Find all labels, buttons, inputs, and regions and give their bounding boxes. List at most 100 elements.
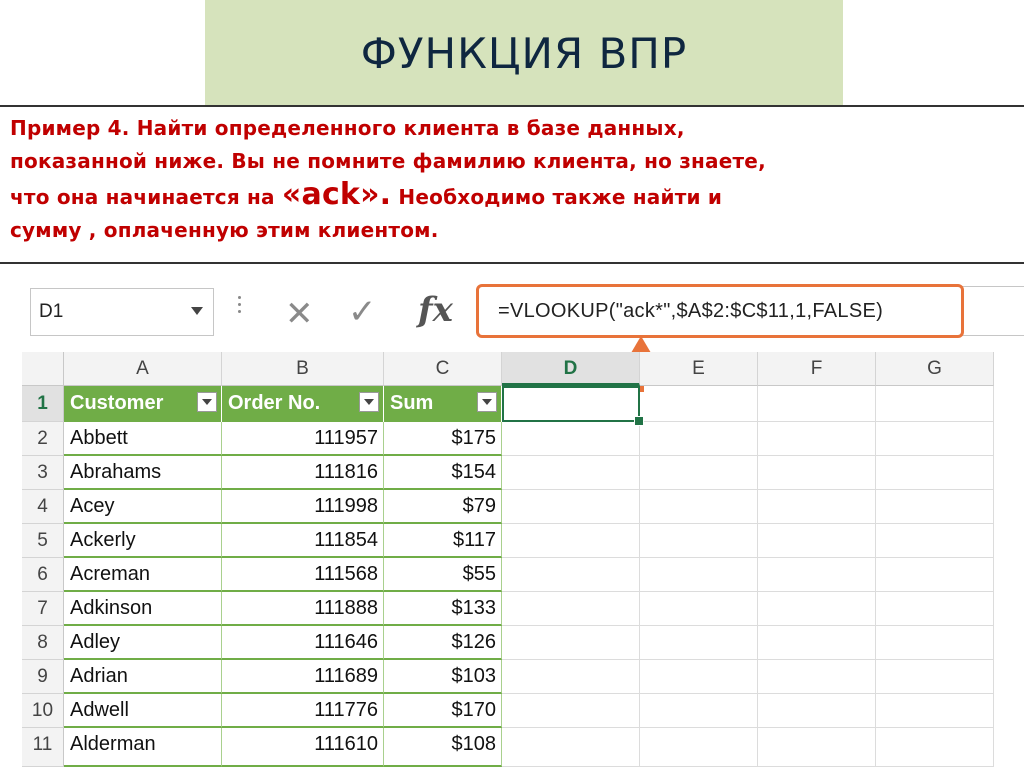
table-cell[interactable]: Ackerly	[64, 524, 222, 558]
table-cell[interactable]: $175	[384, 422, 502, 456]
checkmark-icon[interactable]: ✓	[348, 292, 377, 332]
grid-cell[interactable]	[502, 558, 640, 592]
grid-cell[interactable]	[502, 626, 640, 660]
grid-cell[interactable]	[640, 660, 758, 694]
grid-cell[interactable]	[640, 456, 758, 490]
table-cell[interactable]: 111816	[222, 456, 384, 490]
grid-cell[interactable]	[758, 524, 876, 558]
filter-dropdown-icon[interactable]	[359, 392, 379, 412]
row-header-11[interactable]: 11	[22, 728, 64, 767]
grid-cell[interactable]	[640, 386, 758, 422]
drag-handle-icon[interactable]	[238, 296, 242, 317]
chevron-down-icon[interactable]	[191, 307, 203, 315]
name-box[interactable]: D1	[30, 288, 214, 336]
table-cell[interactable]: 111689	[222, 660, 384, 694]
column-header-g[interactable]: G	[876, 352, 994, 386]
grid-cell[interactable]	[758, 558, 876, 592]
table-header-sum[interactable]: Sum	[384, 386, 502, 422]
grid-cell[interactable]	[758, 728, 876, 767]
table-cell[interactable]: $79	[384, 490, 502, 524]
table-cell[interactable]: Adley	[64, 626, 222, 660]
table-cell[interactable]: Adrian	[64, 660, 222, 694]
table-cell[interactable]: $103	[384, 660, 502, 694]
fx-icon[interactable]: fx	[418, 290, 453, 330]
table-cell[interactable]: Abrahams	[64, 456, 222, 490]
table-header-order-no[interactable]: Order No.	[222, 386, 384, 422]
active-cell-d1[interactable]	[502, 386, 640, 422]
grid-cell[interactable]	[502, 490, 640, 524]
fill-handle[interactable]	[634, 416, 644, 426]
row-header-3[interactable]: 3	[22, 456, 64, 490]
column-header-b[interactable]: B	[222, 352, 384, 386]
table-cell[interactable]: 111854	[222, 524, 384, 558]
filter-dropdown-icon[interactable]	[477, 392, 497, 412]
table-cell[interactable]: Abbett	[64, 422, 222, 456]
table-cell[interactable]: $117	[384, 524, 502, 558]
select-all-corner[interactable]	[22, 352, 64, 386]
table-cell[interactable]: 111776	[222, 694, 384, 728]
grid-cell[interactable]	[876, 694, 994, 728]
grid-cell[interactable]	[876, 490, 994, 524]
row-header-2[interactable]: 2	[22, 422, 64, 456]
column-header-c[interactable]: C	[384, 352, 502, 386]
table-cell[interactable]: $126	[384, 626, 502, 660]
table-cell[interactable]: $108	[384, 728, 502, 767]
row-header-9[interactable]: 9	[22, 660, 64, 694]
table-cell[interactable]: Adwell	[64, 694, 222, 728]
grid-cell[interactable]	[640, 728, 758, 767]
grid-cell[interactable]	[876, 626, 994, 660]
table-cell[interactable]: $154	[384, 456, 502, 490]
table-cell[interactable]: Acey	[64, 490, 222, 524]
grid-cell[interactable]	[640, 558, 758, 592]
grid-cell[interactable]	[876, 558, 994, 592]
grid-cell[interactable]	[758, 422, 876, 456]
grid-cell[interactable]	[640, 694, 758, 728]
grid-cell[interactable]	[640, 422, 758, 456]
column-header-e[interactable]: E	[640, 352, 758, 386]
grid-cell[interactable]	[876, 524, 994, 558]
table-cell[interactable]: $170	[384, 694, 502, 728]
grid-cell[interactable]	[640, 490, 758, 524]
row-header-6[interactable]: 6	[22, 558, 64, 592]
grid-cell[interactable]	[502, 728, 640, 767]
grid-cell[interactable]	[758, 456, 876, 490]
grid-cell[interactable]	[876, 728, 994, 767]
grid-cell[interactable]	[640, 626, 758, 660]
table-cell[interactable]: 111610	[222, 728, 384, 767]
table-cell[interactable]: $55	[384, 558, 502, 592]
table-cell[interactable]: 111998	[222, 490, 384, 524]
grid-cell[interactable]	[758, 490, 876, 524]
filter-dropdown-icon[interactable]	[197, 392, 217, 412]
row-header-8[interactable]: 8	[22, 626, 64, 660]
grid-cell[interactable]	[640, 524, 758, 558]
grid-cell[interactable]	[502, 422, 640, 456]
row-header-4[interactable]: 4	[22, 490, 64, 524]
grid-cell[interactable]	[876, 592, 994, 626]
grid-cell[interactable]	[758, 626, 876, 660]
column-header-f[interactable]: F	[758, 352, 876, 386]
table-cell[interactable]: 111888	[222, 592, 384, 626]
column-header-a[interactable]: A	[64, 352, 222, 386]
table-cell[interactable]: 111646	[222, 626, 384, 660]
row-header-1[interactable]: 1	[22, 386, 64, 422]
row-header-7[interactable]: 7	[22, 592, 64, 626]
cancel-x-icon[interactable]: ✕	[285, 294, 314, 334]
grid-cell[interactable]	[876, 660, 994, 694]
row-header-10[interactable]: 10	[22, 694, 64, 728]
table-cell[interactable]: Adkinson	[64, 592, 222, 626]
grid-cell[interactable]	[502, 592, 640, 626]
table-cell[interactable]: 111568	[222, 558, 384, 592]
row-header-5[interactable]: 5	[22, 524, 64, 558]
grid-cell[interactable]	[758, 386, 876, 422]
table-cell[interactable]: 111957	[222, 422, 384, 456]
grid-cell[interactable]	[502, 660, 640, 694]
table-header-customer[interactable]: Customer	[64, 386, 222, 422]
grid-cell[interactable]	[502, 694, 640, 728]
grid-cell[interactable]	[758, 694, 876, 728]
grid-cell[interactable]	[758, 660, 876, 694]
table-cell[interactable]: Acreman	[64, 558, 222, 592]
grid-cell[interactable]	[876, 456, 994, 490]
table-cell[interactable]: $133	[384, 592, 502, 626]
grid-cell[interactable]	[640, 592, 758, 626]
grid-cell[interactable]	[758, 592, 876, 626]
